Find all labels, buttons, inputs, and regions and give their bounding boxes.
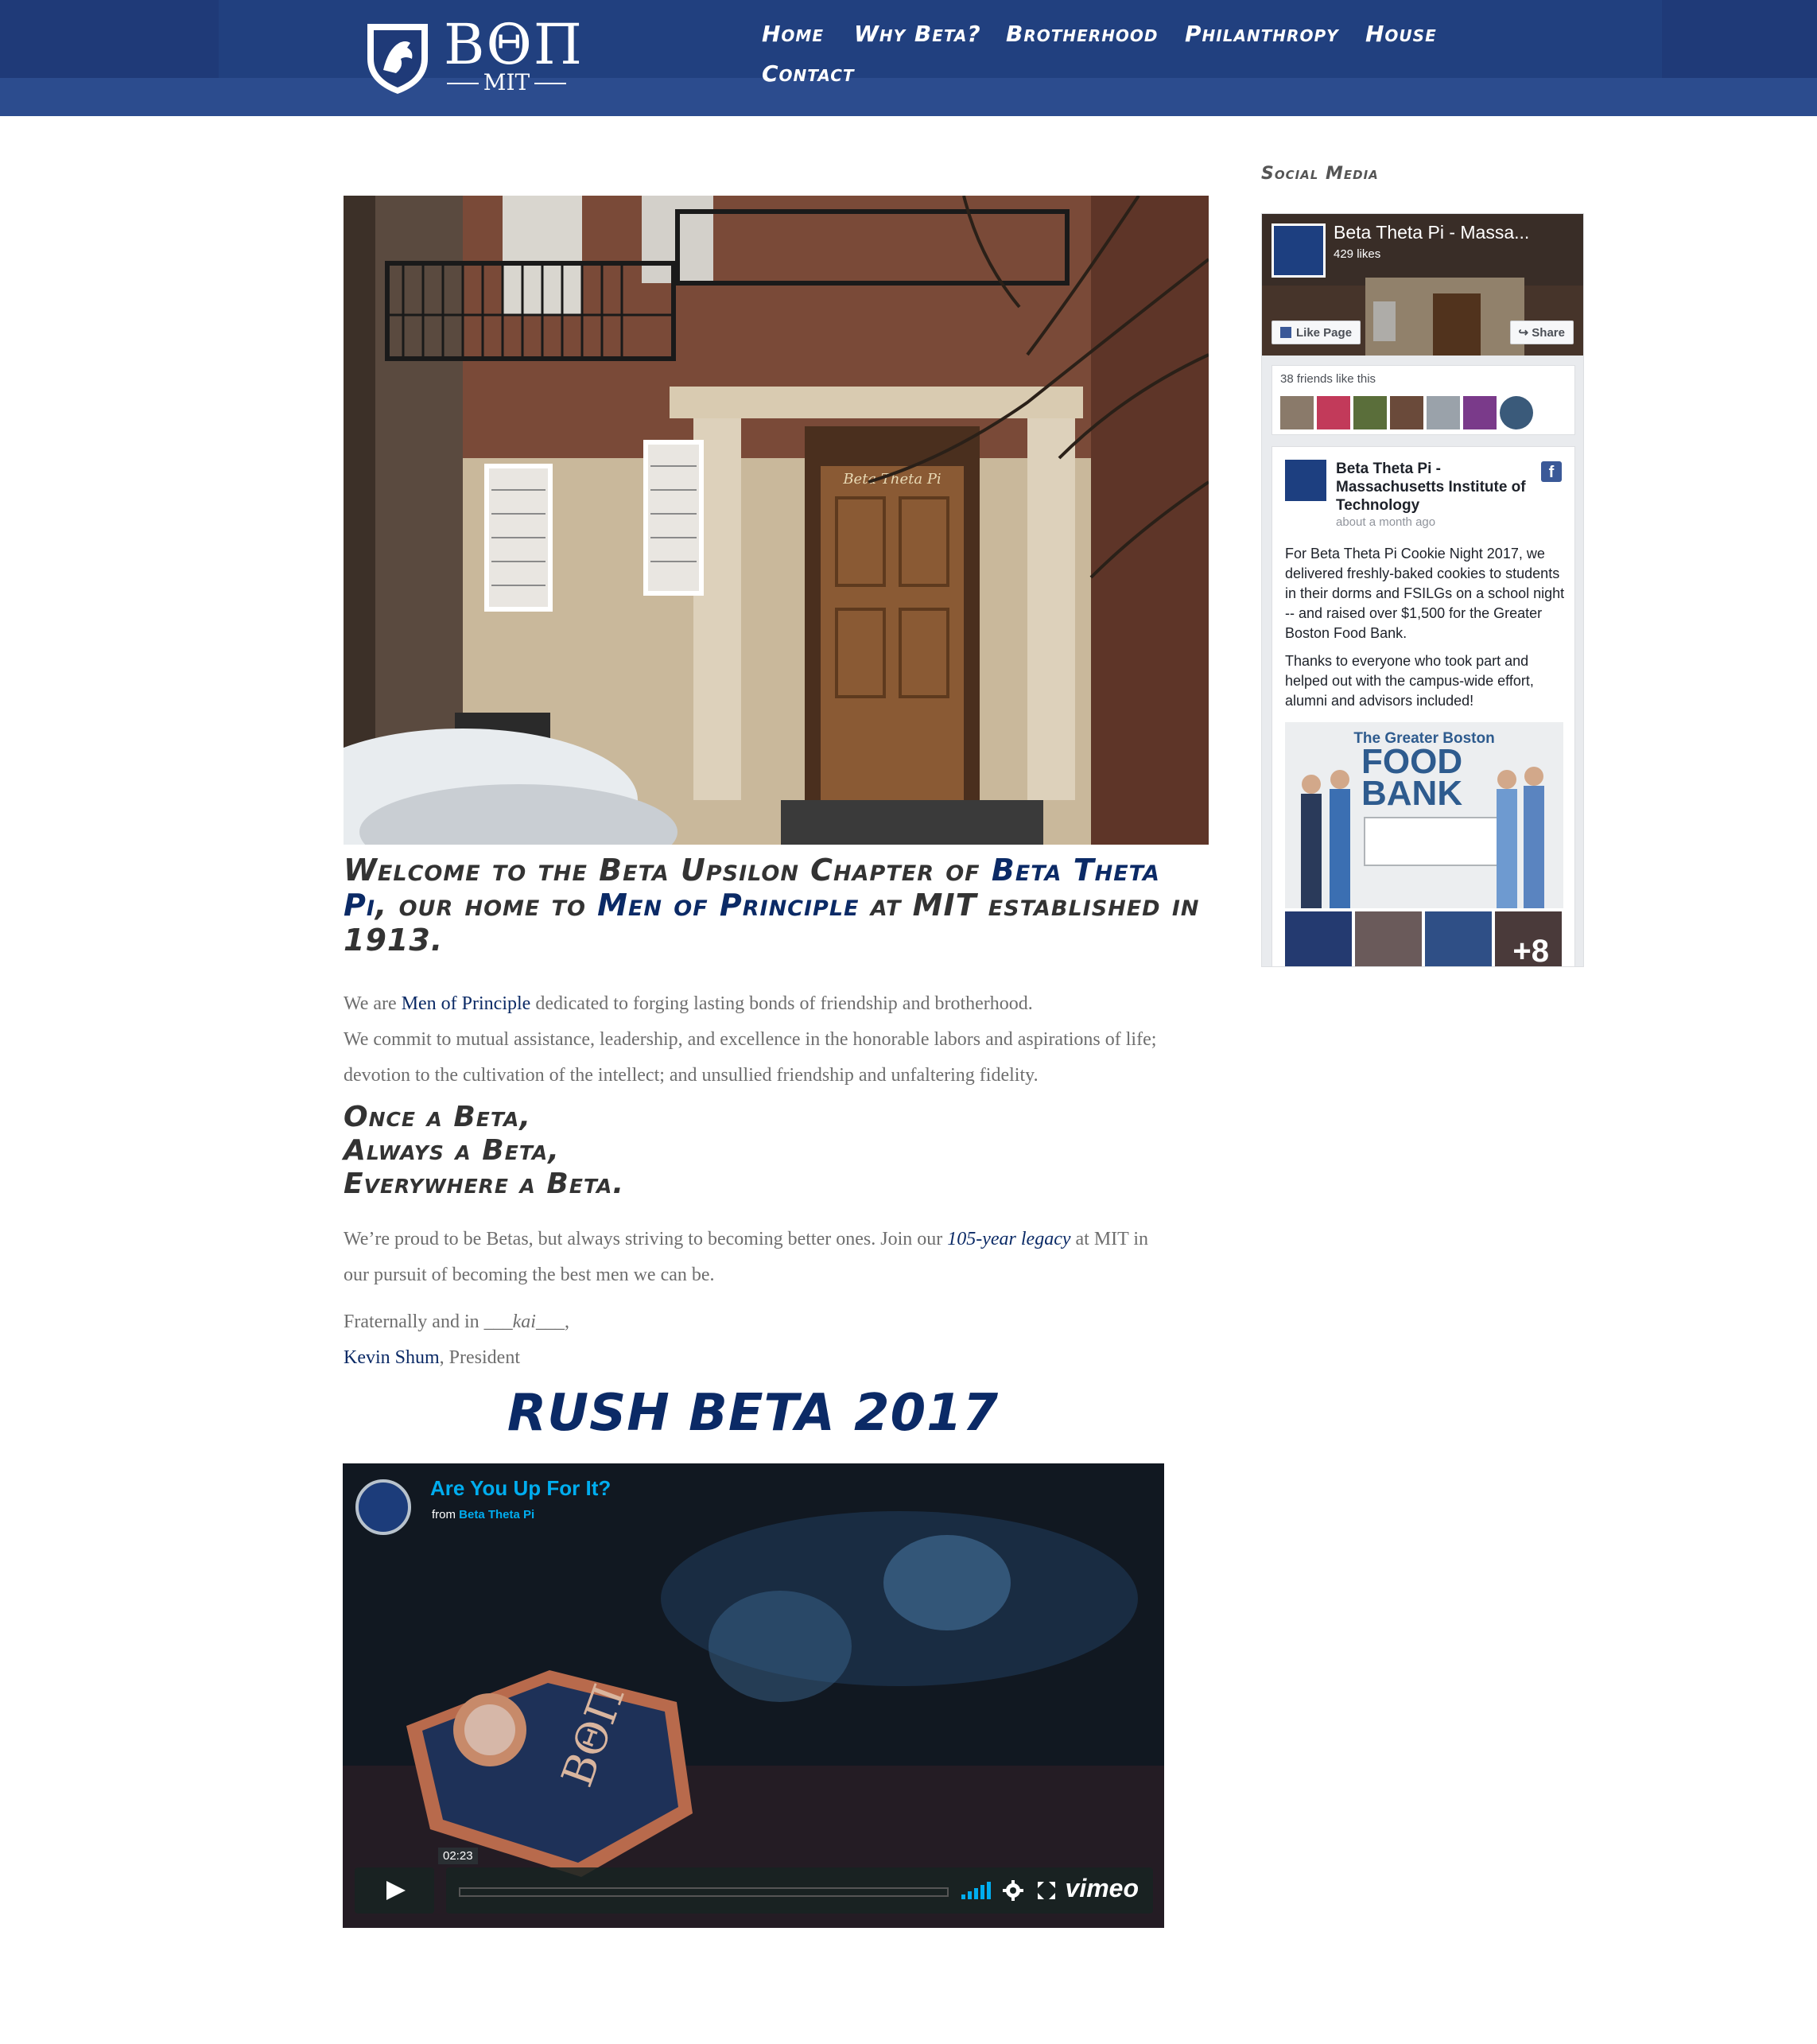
share-button[interactable]: ↪ Share xyxy=(1509,321,1574,344)
friend-avatar[interactable] xyxy=(1463,396,1497,429)
nav-house[interactable]: House xyxy=(1365,21,1437,47)
photo-tile[interactable] xyxy=(1355,911,1422,966)
facebook-likes-count: 429 likes xyxy=(1334,247,1381,261)
facebook-icon[interactable]: f xyxy=(1541,461,1562,482)
motto: Once a Beta, Always a Beta, Everywhere a… xyxy=(344,1101,624,1201)
friend-avatar[interactable] xyxy=(1427,396,1460,429)
welcome-text-1: Welcome to the Beta Upsilon Chapter of xyxy=(344,853,992,888)
rush-video-player[interactable]: ΒΘΠ Are You Up For It? from Beta Theta P… xyxy=(343,1463,1164,1928)
post-photo-strip: +8 xyxy=(1285,911,1563,967)
post-paragraph-1: For Beta Theta Pi Cookie Night 2017, we … xyxy=(1285,546,1565,641)
video-control-bar: vimeo xyxy=(446,1867,1153,1914)
friends-like-text: 38 friends like this xyxy=(1280,372,1376,386)
welcome-text-2: , our home to xyxy=(375,888,598,923)
intro-text-3: We commit to mutual assistance, leadersh… xyxy=(344,1029,1157,1086)
motto-line-3: Everywhere a Beta. xyxy=(344,1168,625,1200)
signoff-kai: ___kai___ xyxy=(483,1312,565,1332)
proud-paragraph: We’re proud to be Betas, but always stri… xyxy=(344,1222,1171,1293)
intro-paragraph: We are Men of Principle dedicated to for… xyxy=(344,986,1210,1094)
friend-avatar[interactable] xyxy=(1317,396,1350,429)
nav-why-beta[interactable]: Why Beta? xyxy=(854,21,981,47)
logo-letters: ΒΘΠ xyxy=(444,12,584,77)
post-time[interactable]: about a month ago xyxy=(1336,515,1435,529)
video-progress-track[interactable] xyxy=(459,1887,949,1897)
video-time: 02:23 xyxy=(438,1848,478,1864)
signoff-comma: , xyxy=(564,1312,569,1332)
nav-contact[interactable]: Contact xyxy=(762,60,855,87)
post-photo[interactable]: The Greater Boston FOOD BANK xyxy=(1285,722,1563,908)
video-from: from Beta Theta Pi xyxy=(432,1508,534,1521)
share-label: Share xyxy=(1532,326,1565,340)
facebook-f-icon xyxy=(1280,327,1291,338)
motto-line-2: Always a Beta, xyxy=(344,1134,560,1167)
check-presentation-scene xyxy=(1301,767,1544,908)
video-channel-link[interactable]: Beta Theta Pi xyxy=(459,1508,534,1521)
vimeo-logo[interactable]: vimeo xyxy=(1066,1874,1139,1903)
photo-tile[interactable] xyxy=(1425,911,1492,966)
friend-avatar[interactable] xyxy=(1390,396,1423,429)
president-role: , President xyxy=(439,1347,520,1368)
photo-tile[interactable]: +8 xyxy=(1495,911,1562,967)
motto-line-1: Once a Beta, xyxy=(344,1101,532,1133)
site-header xyxy=(0,0,1817,116)
video-from-prefix: from xyxy=(432,1508,460,1521)
logo-subtitle: MIT xyxy=(447,70,566,95)
griffin-shield-icon xyxy=(367,24,428,94)
volume-icon[interactable] xyxy=(961,1882,993,1899)
signoff: Fraternally and in ___kai___, Kevin Shum… xyxy=(344,1304,980,1376)
more-photos-count: +8 xyxy=(1512,934,1549,967)
photo-tile[interactable] xyxy=(1285,911,1352,966)
proud-text-1: We’re proud to be Betas, but always stri… xyxy=(344,1229,948,1249)
intro-text-1: We are xyxy=(344,993,402,1014)
welcome-heading: Welcome to the Beta Upsilon Chapter of B… xyxy=(344,853,1210,958)
fullscreen-icon[interactable] xyxy=(1038,1882,1055,1899)
like-page-label: Like Page xyxy=(1296,326,1353,340)
legacy-link[interactable]: 105-year legacy xyxy=(947,1229,1070,1249)
share-arrow-icon: ↪ xyxy=(1518,326,1532,340)
intro-text-2: dedicated to forging lasting bonds of fr… xyxy=(530,993,1033,1014)
play-icon xyxy=(386,1881,406,1900)
friend-avatar[interactable] xyxy=(1280,396,1314,429)
nav-brotherhood[interactable]: Brotherhood xyxy=(1006,21,1159,47)
nav-philanthropy[interactable]: Philanthropy xyxy=(1185,21,1339,47)
president-name-link[interactable]: Kevin Shum xyxy=(344,1347,440,1368)
signoff-text: Fraternally and in xyxy=(344,1312,484,1332)
rush-title: RUSH BETA 2017 xyxy=(507,1384,1000,1443)
post-author[interactable]: Beta Theta Pi - Massachusetts Institute … xyxy=(1336,460,1543,515)
facebook-post: Beta Theta Pi - Massachusetts Institute … xyxy=(1272,446,1575,967)
men-of-principle-link[interactable]: Men of Principle xyxy=(402,993,531,1014)
friend-avatar[interactable] xyxy=(1500,396,1533,429)
men-of-principle-heading-link[interactable]: Men of Principle xyxy=(597,888,859,923)
post-text: For Beta Theta Pi Cookie Night 2017, we … xyxy=(1285,544,1568,719)
facebook-page-plugin: Beta Theta Pi - Massa... 429 likes Like … xyxy=(1261,213,1584,967)
facebook-page-name[interactable]: Beta Theta Pi - Massa... xyxy=(1334,222,1529,243)
chapter-house-photo: Beta Theta Pi xyxy=(344,196,1209,845)
header-band xyxy=(0,78,1817,116)
site-logo[interactable]: ΒΘΠ MIT xyxy=(364,13,582,95)
like-page-button[interactable]: Like Page xyxy=(1272,321,1361,344)
video-title[interactable]: Are You Up For It? xyxy=(430,1476,611,1501)
post-paragraph-2: Thanks to everyone who took part and hel… xyxy=(1285,653,1534,709)
post-author-avatar[interactable] xyxy=(1285,460,1326,501)
friends-like-box: 38 friends like this xyxy=(1272,365,1575,435)
facebook-page-thumbnail[interactable] xyxy=(1272,223,1326,278)
settings-icon[interactable] xyxy=(1003,1880,1023,1901)
channel-avatar[interactable] xyxy=(355,1479,411,1535)
nav-home[interactable]: Home xyxy=(762,21,824,47)
sidebar-title: Social Media xyxy=(1261,164,1379,184)
friend-avatar[interactable] xyxy=(1353,396,1387,429)
play-button[interactable] xyxy=(355,1867,434,1914)
